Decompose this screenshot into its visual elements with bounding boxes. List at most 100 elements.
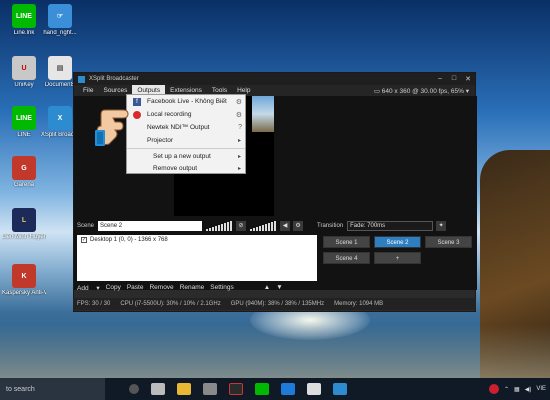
menu-item-label: Local recording	[147, 111, 192, 118]
menu-item-local-recording[interactable]: Local recording ⚙	[127, 108, 245, 121]
desktop-icon-kaspersky[interactable]: K Kaspersky Anti-Virus	[2, 264, 46, 297]
cortana-icon[interactable]	[129, 384, 139, 394]
add-scene-button[interactable]: +	[374, 252, 421, 264]
volume-icon[interactable]: ◀)	[525, 386, 532, 393]
record-icon	[133, 110, 141, 119]
list-item[interactable]: ✓ Desktop 1 (0, 0) - 1366 x 768	[77, 235, 317, 245]
paste-button[interactable]: Paste	[127, 284, 144, 292]
file-explorer-icon[interactable]	[177, 383, 191, 395]
taskbar-search[interactable]: to search	[0, 378, 105, 400]
menu-item-label: Projector	[147, 137, 174, 144]
source-label: Desktop 1 (0, 0) - 1366 x 768	[90, 237, 168, 243]
help-icon[interactable]: ?	[238, 124, 242, 131]
network-icon[interactable]: ▦	[514, 386, 520, 393]
menu-item-newtek-ndi[interactable]: Newtek NDI™ Output ?	[127, 121, 245, 134]
gear-icon[interactable]: ⚙	[236, 111, 242, 119]
chevron-right-icon: ▸	[237, 153, 241, 160]
transition-settings-icon[interactable]: ✦	[436, 221, 447, 231]
close-icon[interactable]: ✕	[461, 75, 475, 83]
kaspersky-icon: K	[12, 264, 36, 288]
menu-item-label: Newtek NDI™ Output	[147, 124, 210, 131]
garena-icon: G	[12, 156, 36, 180]
desktop-icon-label: Kaspersky Anti-Virus	[2, 290, 46, 296]
scene-2-button[interactable]: Scene 2	[374, 236, 421, 248]
menu-item-label: Remove output	[153, 164, 198, 172]
resolution-display[interactable]: ▭ 640 x 360 @ 30.00 fps, 65% ▾	[374, 87, 475, 95]
xsplit-logo-icon	[78, 75, 85, 83]
desktop-icon-label: hand_right...	[43, 30, 77, 36]
desktop-icon-garena[interactable]: G Garena	[2, 156, 46, 189]
menu-item-label: Set up a new output	[153, 152, 211, 160]
edge-icon[interactable]	[281, 383, 295, 395]
window-titlebar[interactable]: XSplit Broadcaster – □ ✕	[74, 73, 475, 85]
document-icon: ▤	[48, 56, 72, 80]
outputs-dropdown: f Facebook Live - Không Biết ⚙ Local rec…	[126, 94, 246, 174]
speaker-icon[interactable]: ◀	[280, 221, 291, 231]
settings-button[interactable]: Settings	[210, 284, 234, 292]
gpu-status: GPU (940M): 38% / 38% / 135MHz	[230, 301, 325, 307]
search-text: to search	[6, 385, 35, 393]
task-view-icon[interactable]	[151, 383, 165, 395]
fps-status: FPS: 30 / 30	[77, 301, 111, 307]
volume-meter-icon[interactable]	[250, 221, 277, 231]
photoshop-icon[interactable]	[229, 383, 243, 395]
opera-icon[interactable]	[489, 384, 499, 394]
menu-item-label: Facebook Live - Không Biết	[147, 98, 227, 105]
menu-divider	[127, 148, 245, 149]
ndi-icon	[133, 124, 141, 132]
scene-3-button[interactable]: Scene 3	[425, 236, 472, 248]
line-icon[interactable]	[255, 383, 269, 395]
scroll-up-icon[interactable]: ▲	[264, 284, 270, 292]
scene-name-input[interactable]: Scene 2	[98, 221, 203, 231]
scene-1-button[interactable]: Scene 1	[323, 236, 370, 248]
scene-4-button[interactable]: Scene 4	[323, 252, 370, 264]
status-bar: FPS: 30 / 30 CPU (i7-5500U): 30% / 10% /…	[73, 298, 476, 310]
remove-button[interactable]: Remove	[149, 284, 173, 292]
hand-icon: ☞	[48, 4, 72, 28]
mic-mute-icon[interactable]: ⊘	[236, 221, 247, 231]
transition-select[interactable]: Fade: 700ms	[347, 221, 434, 231]
gear-icon[interactable]: ⚙	[293, 221, 304, 231]
volume-meter-icon[interactable]	[206, 221, 233, 231]
taskbar: to search ⌃ ▦ ◀) VIE	[0, 378, 550, 400]
window-title: XSplit Broadcaster	[89, 76, 139, 82]
add-button[interactable]: Add ▾	[77, 284, 100, 292]
chevron-up-icon[interactable]: ⌃	[504, 386, 509, 393]
resolution-label: 640 x 360 @ 30.00 fps, 65%	[381, 87, 464, 95]
menu-item-projector[interactable]: Projector ▸	[127, 134, 245, 147]
cpu-status: CPU (i7-5500U): 30% / 10% / 2.1GHz	[120, 301, 221, 307]
xsplit-icon: X	[48, 106, 72, 130]
language-indicator[interactable]: VIE	[536, 386, 546, 392]
projector-icon	[133, 137, 141, 145]
desktop-icon-label: Garena	[13, 182, 34, 188]
scene-label: Scene	[77, 223, 95, 229]
wallpaper-beach	[0, 325, 550, 380]
chevron-right-icon: ▸	[237, 165, 241, 172]
menu-file[interactable]: File	[78, 85, 98, 96]
notepad-icon[interactable]	[307, 383, 321, 395]
rename-button[interactable]: Rename	[180, 284, 205, 292]
scroll-down-icon[interactable]: ▼	[276, 284, 282, 292]
scene-bar: Scene Scene 2 ⊘ ◀ ⚙ Transition Fade: 700…	[73, 219, 476, 233]
gear-icon[interactable]: ⚙	[236, 98, 242, 106]
line-icon: LINE	[12, 106, 36, 130]
menu-item-remove-output[interactable]: Remove output ▸	[127, 162, 245, 174]
store-icon[interactable]	[203, 383, 217, 395]
desktop-icon-lol[interactable]: L Liên Minh Huyền Thoại	[2, 208, 46, 241]
copy-button[interactable]: Copy	[106, 284, 121, 292]
transition-label: Transition	[317, 223, 344, 229]
desktop-icon-hand-right[interactable]: ☞ hand_right...	[38, 4, 82, 37]
maximize-icon[interactable]: □	[447, 75, 461, 83]
lol-icon: L	[12, 208, 36, 232]
hand-pointer-icon	[95, 109, 129, 146]
menu-item-setup-output[interactable]: Set up a new output ▸	[127, 150, 245, 162]
xsplit-icon[interactable]	[333, 383, 347, 395]
sources-list: ✓ Desktop 1 (0, 0) - 1366 x 768	[77, 235, 317, 281]
checkbox-checked-icon[interactable]: ✓	[81, 237, 87, 243]
minimize-icon[interactable]: –	[433, 75, 447, 83]
desktop-icon-label: Liên Minh Huyền Thoại	[2, 234, 46, 240]
menu-item-facebook-live[interactable]: f Facebook Live - Không Biết ⚙	[127, 95, 245, 108]
line-icon: LINE	[12, 4, 36, 28]
unikey-icon: U	[12, 56, 36, 80]
sources-toolbar: Add ▾ Copy Paste Remove Rename Settings …	[77, 284, 289, 292]
